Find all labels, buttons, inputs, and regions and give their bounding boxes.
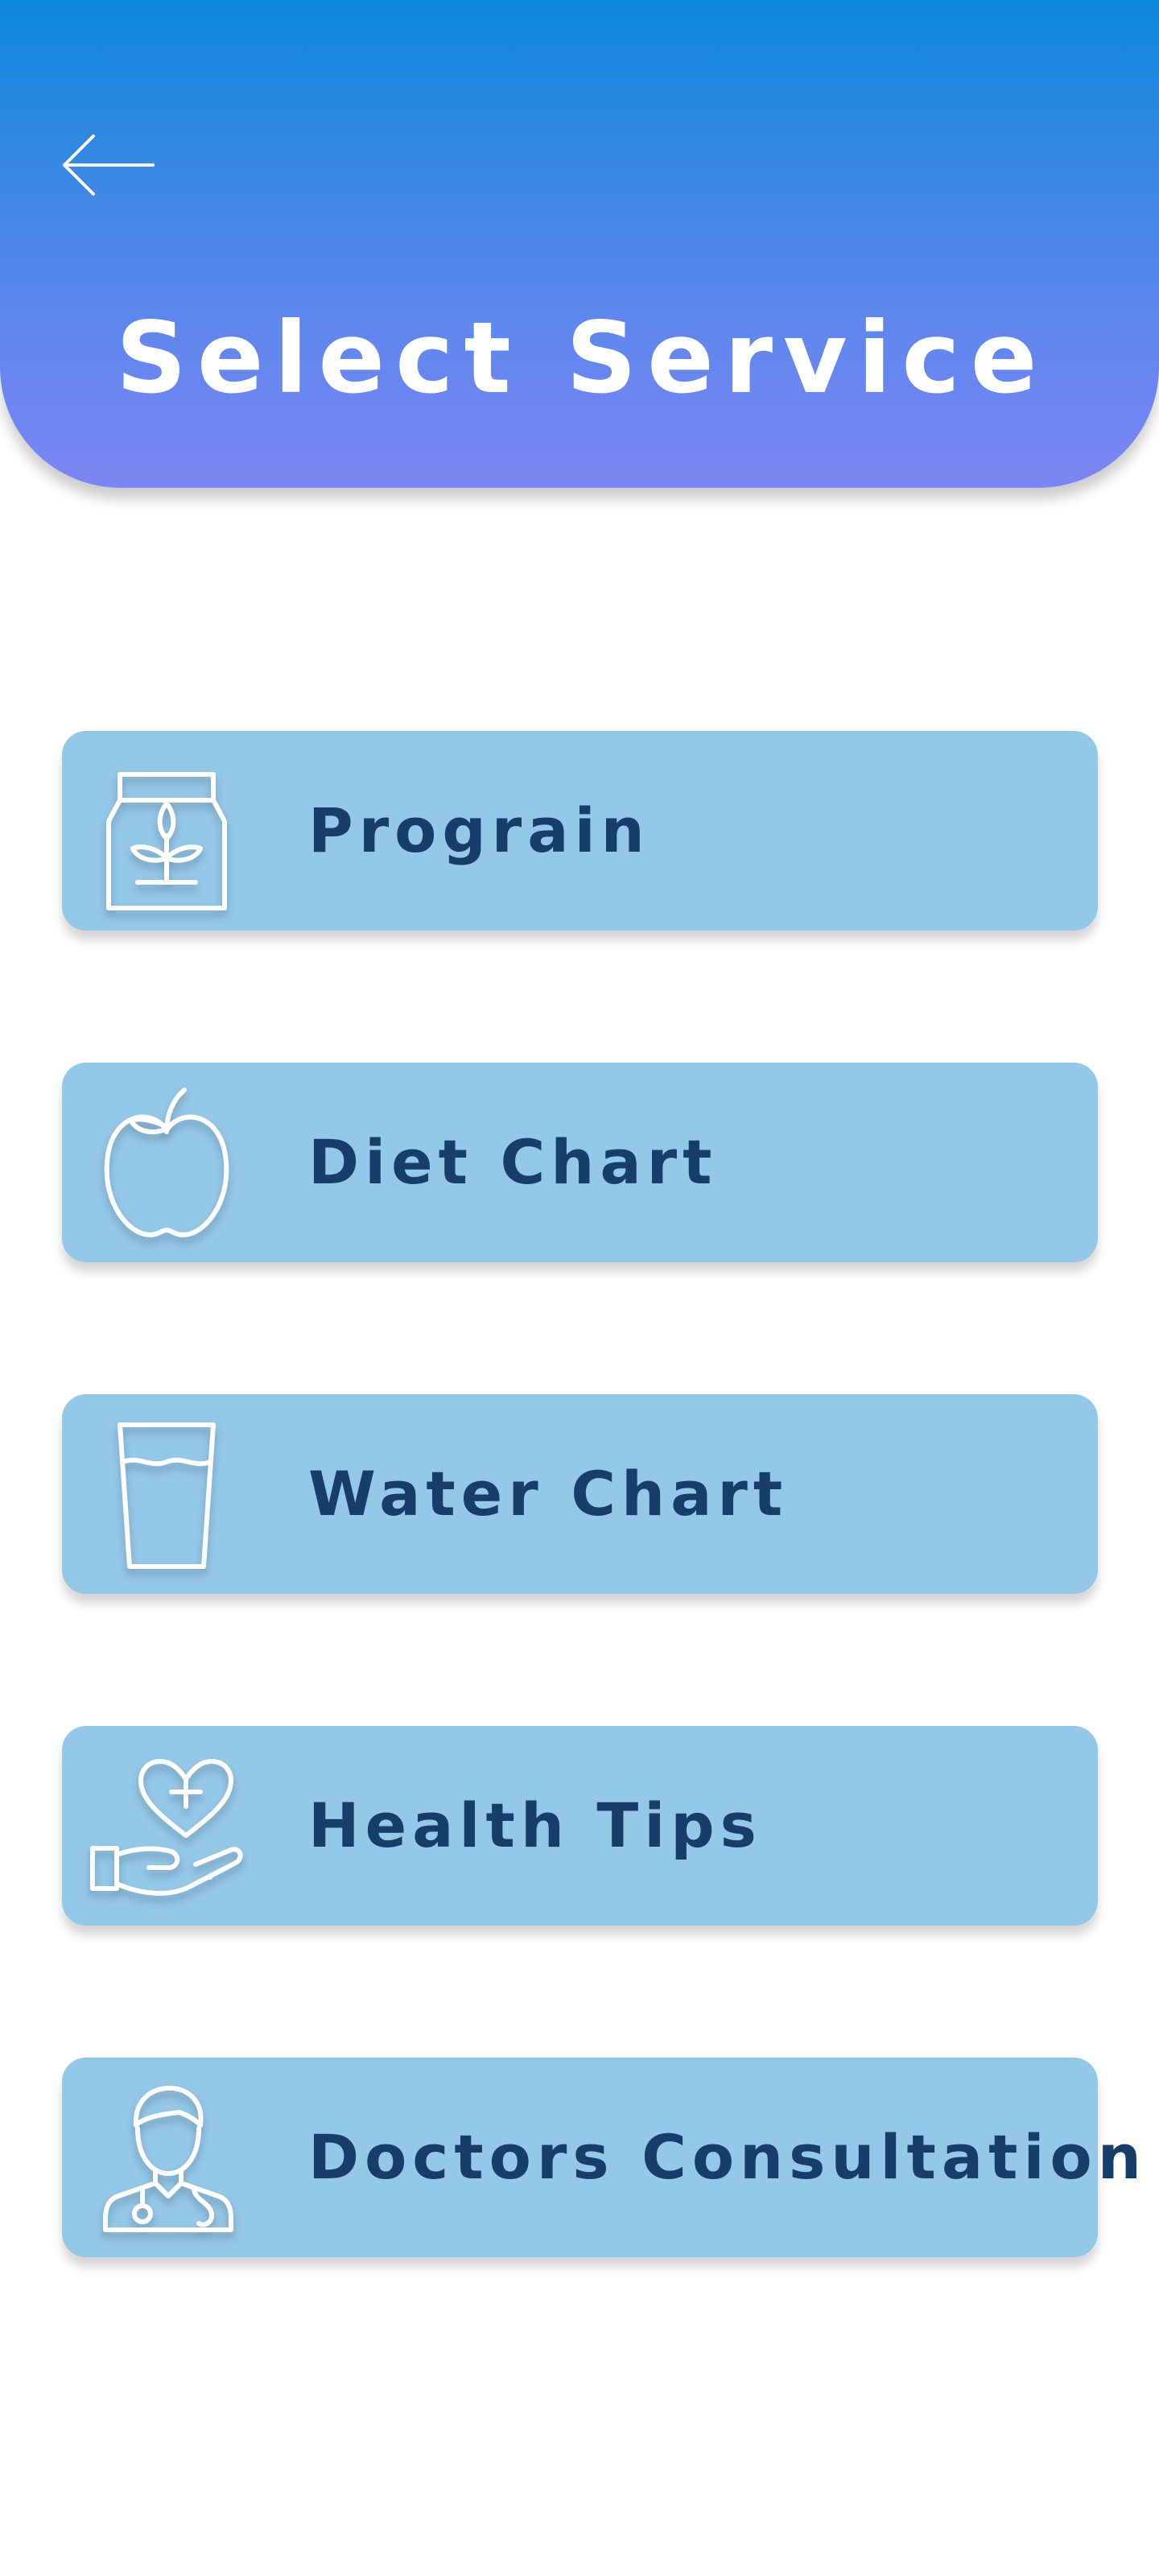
header-banner: Select Service (0, 0, 1159, 488)
service-card-doctors-consultation[interactable]: Doctors Consultation (62, 2058, 1141, 2257)
back-arrow-icon (63, 134, 155, 196)
service-label: Prograin (308, 795, 650, 866)
service-label: Doctors Consultation (308, 2121, 1147, 2193)
apple-icon (86, 1082, 247, 1243)
water-glass-icon (86, 1414, 247, 1575)
service-card-prograin[interactable]: Prograin (62, 731, 1098, 931)
service-card-water-chart[interactable]: Water Chart (62, 1394, 1098, 1594)
back-button[interactable] (48, 121, 169, 209)
seed-package-icon (86, 750, 247, 911)
service-label: Health Tips (308, 1790, 762, 1861)
heart-hand-icon (86, 1745, 247, 1906)
service-card-diet-chart[interactable]: Diet Chart (62, 1063, 1098, 1262)
service-label: Water Chart (308, 1458, 789, 1530)
service-card-health-tips[interactable]: Health Tips (62, 1726, 1098, 1926)
page-title: Select Service (116, 301, 1048, 415)
doctor-icon (86, 2077, 247, 2238)
service-label: Diet Chart (308, 1126, 718, 1198)
